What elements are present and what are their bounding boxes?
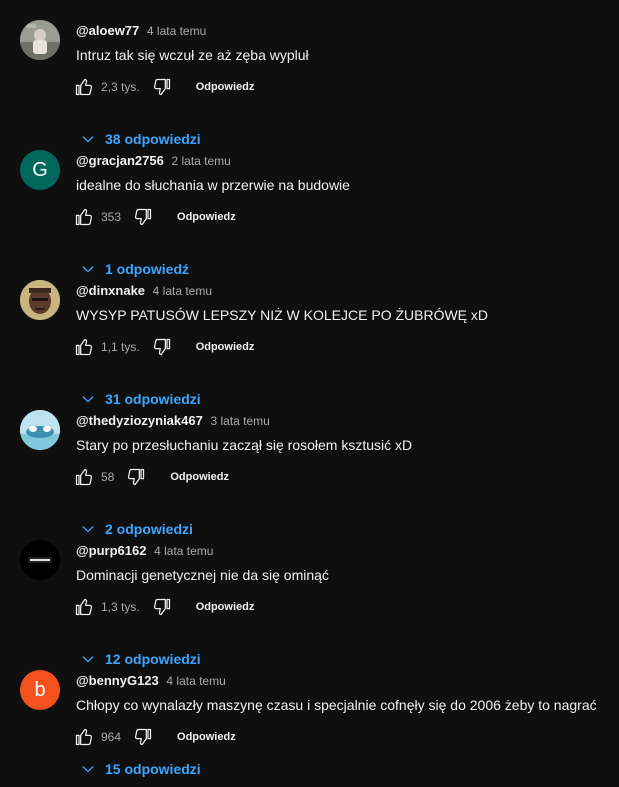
comment-header: @aloew77 4 lata temu <box>76 23 206 39</box>
comment-text: Chłopy co wynalazły maszynę czasu i spec… <box>76 697 597 713</box>
comment-actions: 964 Odpowiedz <box>72 725 236 749</box>
avatar[interactable] <box>20 410 60 450</box>
reply-button[interactable]: Odpowiedz <box>177 731 236 743</box>
comment-actions: 2,3 tys. Odpowiedz <box>72 75 254 99</box>
replies-label: 31 odpowiedzi <box>105 391 201 407</box>
thumbs-down-icon[interactable] <box>150 75 174 99</box>
comment-author[interactable]: @dinxnake <box>76 283 145 298</box>
comment-header: @dinxnake 4 lata temu <box>76 283 212 299</box>
reply-button[interactable]: Odpowiedz <box>196 341 255 353</box>
avatar-photo <box>20 280 60 320</box>
comment-time[interactable]: 4 lata temu <box>147 24 206 38</box>
avatar-letter: G <box>32 158 48 181</box>
comment-author[interactable]: @purp6162 <box>76 543 146 558</box>
comment-text: Intruz tak się wczuł ze aż zęba wypluł <box>76 47 309 63</box>
thumbs-up-icon[interactable] <box>72 465 96 489</box>
thumbs-down-icon[interactable] <box>131 725 155 749</box>
avatar-photo <box>20 20 60 60</box>
chevron-down-icon <box>78 259 98 279</box>
reply-button[interactable]: Odpowiedz <box>196 81 255 93</box>
thumbs-down-icon[interactable] <box>131 205 155 229</box>
view-replies-button[interactable]: 15 odpowiedzi <box>78 758 201 780</box>
comment-header: @thedyziozyniak467 3 lata temu <box>76 413 270 429</box>
like-count: 1,3 tys. <box>101 600 140 614</box>
comment-author[interactable]: @gracjan2756 <box>76 153 164 168</box>
view-replies-button[interactable]: 31 odpowiedzi <box>78 388 201 410</box>
reply-button[interactable]: Odpowiedz <box>196 601 255 613</box>
thumbs-down-icon[interactable] <box>150 335 174 359</box>
comment-actions: 58 Odpowiedz <box>72 465 229 489</box>
like-count: 353 <box>101 210 122 224</box>
avatar[interactable] <box>20 540 60 580</box>
avatar-photo <box>20 410 60 450</box>
thumbs-up-icon[interactable] <box>72 335 96 359</box>
avatar[interactable] <box>20 20 60 60</box>
comment-header: @purp6162 4 lata temu <box>76 543 213 559</box>
reply-button[interactable]: Odpowiedz <box>170 471 229 483</box>
comment-header: @bennyG123 4 lata temu <box>76 673 226 689</box>
chevron-down-icon <box>78 129 98 149</box>
comment-author[interactable]: @bennyG123 <box>76 673 159 688</box>
comment-time[interactable]: 4 lata temu <box>153 284 212 298</box>
replies-label: 15 odpowiedzi <box>105 761 201 777</box>
chevron-down-icon <box>78 389 98 409</box>
comment-author[interactable]: @thedyziozyniak467 <box>76 413 203 428</box>
replies-label: 1 odpowiedź <box>105 261 189 277</box>
thumbs-down-icon[interactable] <box>150 595 174 619</box>
comment-header: @gracjan2756 2 lata temu <box>76 153 231 169</box>
avatar[interactable]: G <box>20 150 60 190</box>
comment-actions: 353 Odpowiedz <box>72 205 236 229</box>
comment-time[interactable]: 4 lata temu <box>154 544 213 558</box>
thumbs-up-icon[interactable] <box>72 725 96 749</box>
comment-text: WYSYP PATUSÓW LEPSZY NIŻ W KOLEJCE PO ŻU… <box>76 307 489 323</box>
like-count: 2,3 tys. <box>101 80 140 94</box>
chevron-down-icon <box>78 649 98 669</box>
avatar-letter: b <box>34 678 46 701</box>
like-count: 1,1 tys. <box>101 340 140 354</box>
comment-text: Dominacji genetycznej nie da się ominąć <box>76 567 329 583</box>
avatar[interactable] <box>20 280 60 320</box>
chevron-down-icon <box>78 519 98 539</box>
view-replies-button[interactable]: 38 odpowiedzi <box>78 128 201 150</box>
view-replies-button[interactable]: 1 odpowiedź <box>78 258 189 280</box>
avatar-photo <box>20 540 60 580</box>
replies-label: 38 odpowiedzi <box>105 131 201 147</box>
comment-author[interactable]: @aloew77 <box>76 23 139 38</box>
view-replies-button[interactable]: 2 odpowiedzi <box>78 518 193 540</box>
replies-label: 2 odpowiedzi <box>105 521 193 537</box>
comment-time[interactable]: 3 lata temu <box>210 414 269 428</box>
comment-text: idealne do słuchania w przerwie na budow… <box>76 177 350 193</box>
like-count: 964 <box>101 730 122 744</box>
thumbs-down-icon[interactable] <box>124 465 148 489</box>
comment-time[interactable]: 4 lata temu <box>166 674 225 688</box>
replies-label: 12 odpowiedzi <box>105 651 201 667</box>
comment-text: Stary po przesłuchaniu zaczął się rosołe… <box>76 437 413 453</box>
reply-button[interactable]: Odpowiedz <box>177 211 236 223</box>
comment-actions: 1,1 tys. Odpowiedz <box>72 335 254 359</box>
thumbs-up-icon[interactable] <box>72 205 96 229</box>
avatar[interactable]: b <box>20 670 60 710</box>
thumbs-up-icon[interactable] <box>72 595 96 619</box>
thumbs-up-icon[interactable] <box>72 75 96 99</box>
view-replies-button[interactable]: 12 odpowiedzi <box>78 648 201 670</box>
comment-actions: 1,3 tys. Odpowiedz <box>72 595 254 619</box>
comment-time[interactable]: 2 lata temu <box>171 154 230 168</box>
chevron-down-icon <box>78 759 98 779</box>
like-count: 58 <box>101 470 115 484</box>
